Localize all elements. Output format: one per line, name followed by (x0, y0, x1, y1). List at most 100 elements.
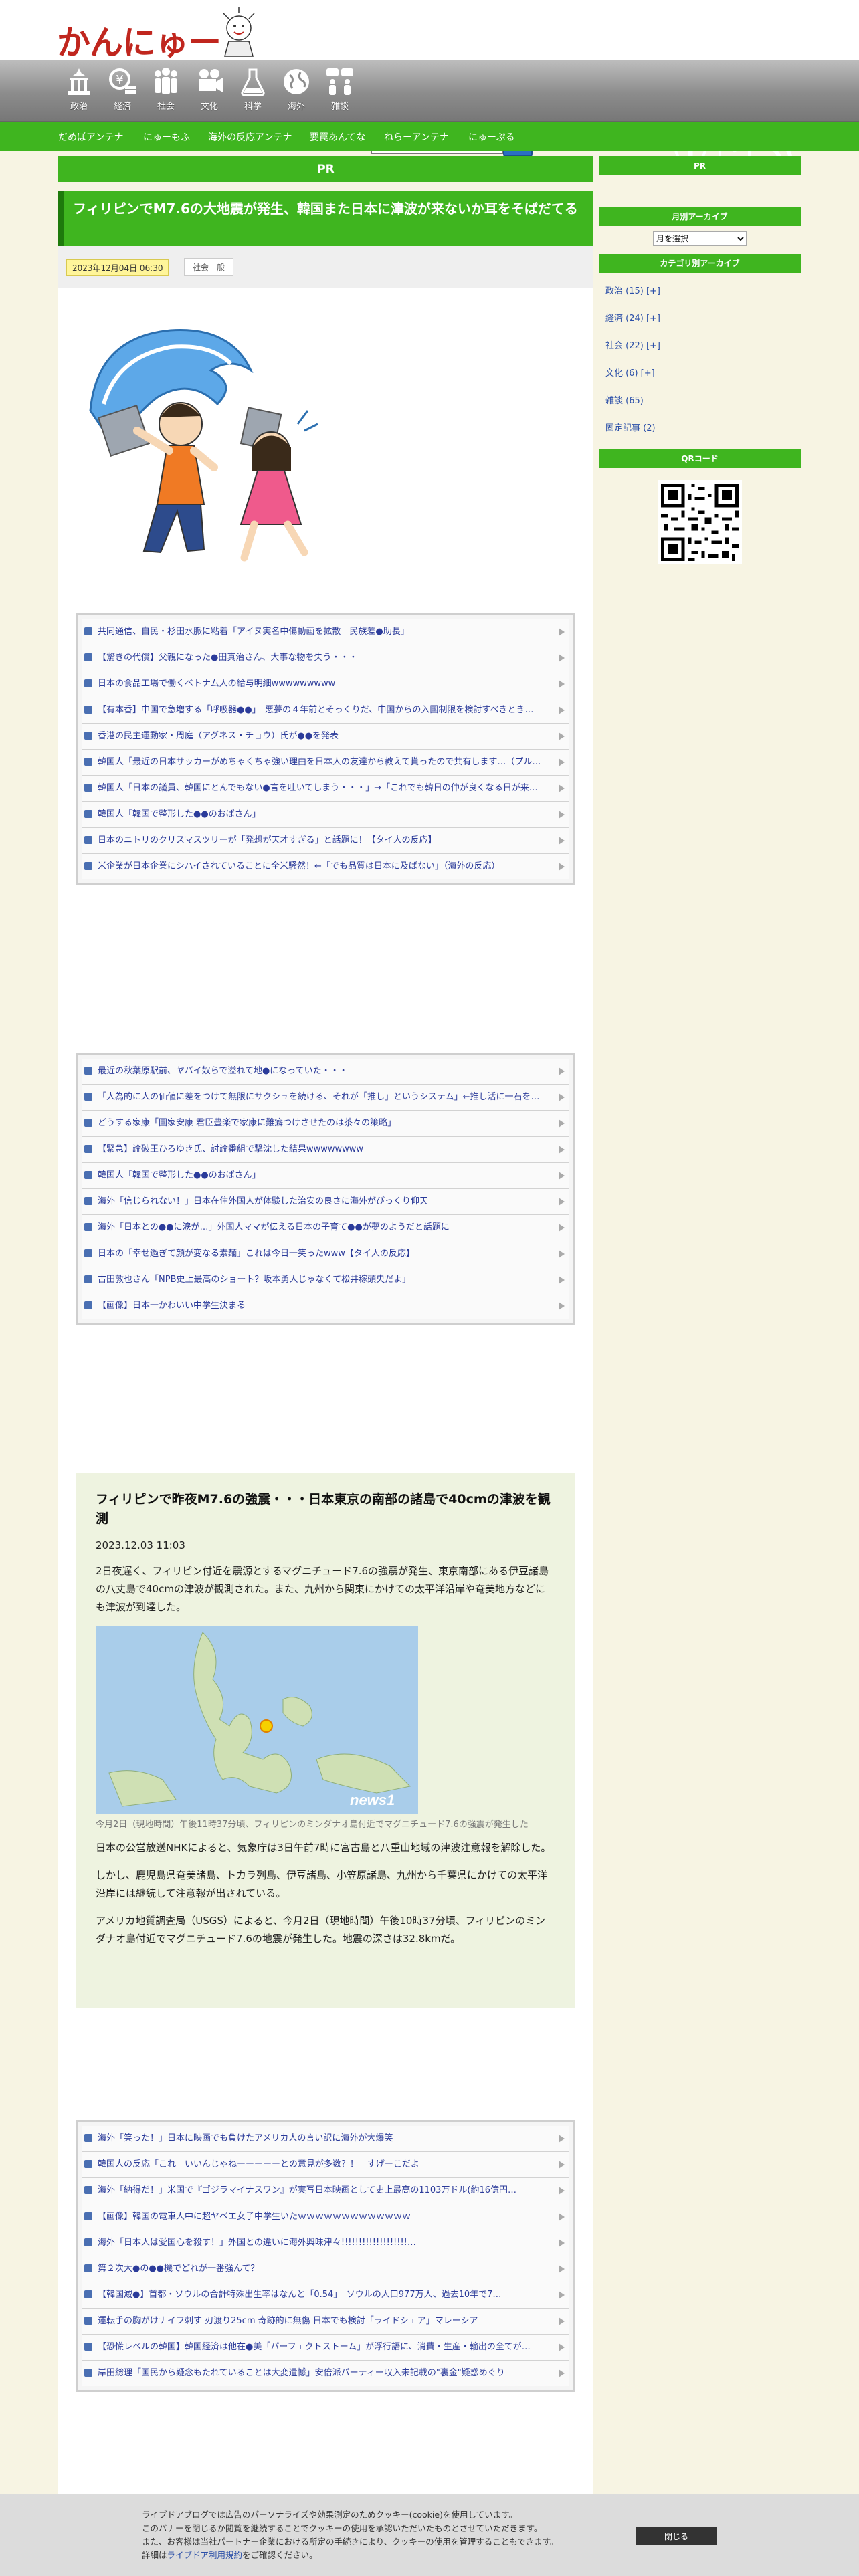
list-item[interactable]: 海外「日本との●●に涙が…」外国人ママが伝える日本の子育て●●が夢のようだと話題… (82, 1215, 569, 1241)
link-text[interactable]: 韓国人「日本の議員、韓国にとんでもない●言を吐いてしまう・・・」→「これでも韓日… (98, 783, 538, 793)
list-item[interactable]: 海外「日本人は愛国心を殺す！」外国との違いに海外興味津々!!!!!!!!!!!!… (82, 2230, 569, 2256)
list-item[interactable]: 「人為的に人の価値に差をつけて無限にサクシュを続ける、それが「推し」というシステ… (82, 1085, 569, 1111)
link-text[interactable]: どうする家康「国家安康 君臣豊楽で家康に難癖つけさせたのは茶々の策略」 (98, 1118, 396, 1128)
list-item[interactable]: 共同通信、自民・杉田水脈に粘着「アイヌ実名中傷動画を拡散 民族差●助長」 (82, 619, 569, 645)
bullet-icon (84, 2212, 92, 2220)
menu-item[interactable]: だめぽアンテナ (58, 130, 123, 144)
cookie-close-button[interactable]: 閉じる (636, 2527, 717, 2545)
article-meta: 2023年12月04日 06:30 社会一般 (58, 246, 593, 288)
sidebar-item-chat[interactable]: 雑談 (65) (599, 389, 801, 417)
link-text[interactable]: 共同通信、自民・杉田水脈に粘着「アイヌ実名中傷動画を拡散 民族差●助長」 (98, 627, 409, 637)
link-text[interactable]: 韓国人「最近の日本サッカーがめちゃくちゃ強い理由を日本人の友達から教えて貰ったの… (98, 757, 541, 767)
list-item[interactable]: 韓国人「韓国で整形した●●のおばさん」 (82, 1163, 569, 1189)
list-item[interactable]: 【緊急】論破王ひろゆき氏、討論番組で撃沈した結果wwwwwwww (82, 1137, 569, 1163)
list-item[interactable]: 運転手の胸がけナイフ刺す 刃渡り25cm 奇跡的に無傷 日本でも検討「ライドシェ… (82, 2309, 569, 2335)
list-item[interactable]: 古田敦也さん「NPB史上最高のショート？坂本勇人じゃなくて松井稼頭央だよ」 (82, 1267, 569, 1293)
month-select[interactable]: 月を選択 (653, 231, 747, 246)
link-text[interactable]: 海外「日本人は愛国心を殺す！」外国との違いに海外興味津々!!!!!!!!!!!!… (98, 2238, 416, 2248)
list-item[interactable]: 【恐慌レベルの韓国】韓国経済は他在●美「パーフェクトストーム」が浮行語に、消費・… (82, 2335, 569, 2361)
link-text[interactable]: 【恐慌レベルの韓国】韓国経済は他在●美「パーフェクトストーム」が浮行語に、消費・… (98, 2342, 531, 2352)
bullet-icon (84, 1145, 92, 1153)
link-text[interactable]: 海外「笑った！」日本に映画でも負けたアメリカ人の言い訳に海外が大爆笑 (98, 2133, 393, 2143)
nav-economy[interactable]: ¥ 経済 (104, 66, 141, 119)
list-item[interactable]: 【驚きの代償】父親になった●田真治さん、大事な物を失う・・・ (82, 645, 569, 671)
link-text[interactable]: 香港の民主運動家・周庭（アグネス・チョウ）氏が●●を発表 (98, 731, 339, 741)
link-text[interactable]: 【有本香】中国で急増する「呼吸器●●」 悪夢の４年前とそっくりだ、中国からの入国… (98, 705, 534, 715)
bullet-icon (84, 1275, 92, 1283)
link-text[interactable]: 日本のニトリのクリスマスツリーが「発想が天才すぎる」と話題に！【タイ人の反応】 (98, 835, 437, 845)
nav-culture[interactable]: 文化 (191, 66, 228, 119)
list-item[interactable]: 海外「信じられない！」日本在住外国人が体験した治安の良さに海外がびっくり仰天 (82, 1189, 569, 1215)
category-archive-head: カテゴリ別アーカイブ (599, 254, 801, 273)
list-item[interactable]: 韓国人「日本の議員、韓国にとんでもない●言を吐いてしまう・・・」→「これでも韓日… (82, 776, 569, 802)
bullet-icon (84, 2160, 92, 2168)
nav-chat[interactable]: 雑談 (321, 66, 359, 119)
site-logo[interactable]: かんにゅー (57, 16, 221, 64)
sidebar-item-pinned[interactable]: 固定記事 (2) (599, 417, 801, 444)
category-list: 政治 (15) [+] 経済 (24) [+] 社会 (22) [+] 文化 (… (599, 273, 801, 444)
terms-link[interactable]: ライブドア利用規約 (167, 2550, 243, 2560)
list-item[interactable]: 【画像】韓国の電車人中に超ヤベエ女子中学生いたｗｗｗｗｗｗｗｗｗｗｗｗｗ (82, 2204, 569, 2230)
nav-society[interactable]: 社会 (147, 66, 185, 119)
link-text[interactable]: 【画像】日本一かわいい中学生決まる (98, 1301, 246, 1311)
link-text[interactable]: 海外「信じられない！」日本在住外国人が体験した治安の良さに海外がびっくり仰天 (98, 1196, 428, 1206)
nav-overseas[interactable]: 海外 (278, 66, 315, 119)
link-text[interactable]: 古田敦也さん「NPB史上最高のショート？坂本勇人じゃなくて松井稼頭央だよ」 (98, 1275, 411, 1285)
list-item[interactable]: 日本のニトリのクリスマスツリーが「発想が天才すぎる」と話題に！【タイ人の反応】 (82, 828, 569, 854)
list-item[interactable]: 米企業が日本企業にシハイされていることに全米騒然！←「でも品質は日本に及ばない」… (82, 854, 569, 879)
article-title[interactable]: フィリピンでM7.6の大地震が発生、韓国また日本に津波が来ないか耳をそばだてる (73, 199, 588, 219)
sidebar-item-culture[interactable]: 文化 (6) [+] (599, 362, 801, 389)
menu-item[interactable]: にゅーぷる (468, 130, 514, 144)
list-item[interactable]: 韓国人の反応「これ いいんじゃねーーーーーとの意見が多数？！ すげーこだよ (82, 2152, 569, 2178)
yen-coins-icon: ¥ (109, 68, 136, 94)
category-badge[interactable]: 社会一般 (184, 258, 234, 276)
list-item[interactable]: 海外「納得だ！」米国で『ゴジラマイナスワン』が実写日本映画として史上最高の110… (82, 2178, 569, 2204)
list-item[interactable]: 韓国人「最近の日本サッカーがめちゃくちゃ強い理由を日本人の友達から教えて貰ったの… (82, 750, 569, 776)
sidebar-item-society[interactable]: 社会 (22) [+] (599, 334, 801, 362)
link-text[interactable]: 「人為的に人の価値に差をつけて無限にサクシュを続ける、それが「推し」というシステ… (98, 1092, 540, 1102)
bullet-icon (84, 2369, 92, 2377)
link-text[interactable]: 日本の「幸せ過ぎて顔が変なる素麺」これは今日一笑ったwww【タイ人の反応】 (98, 1249, 415, 1259)
link-text[interactable]: 米企業が日本企業にシハイされていることに全米騒然！←「でも品質は日本に及ばない」… (98, 861, 500, 871)
menu-item[interactable]: ねらーアンテナ (384, 130, 449, 144)
list-item[interactable]: 第２次大●の●●機でどれが一番強んて？ (82, 2256, 569, 2282)
link-text[interactable]: 海外「納得だ！」米国で『ゴジラマイナスワン』が実写日本映画として史上最高の110… (98, 2185, 516, 2195)
menu-item[interactable]: 海外の反応アンテナ (208, 130, 292, 144)
menu-item[interactable]: にゅーもふ (143, 130, 190, 144)
list-item[interactable]: 最近の秋葉原駅前、ヤバイ奴らで溢れて地●になっていた・・・ (82, 1059, 569, 1085)
link-text[interactable]: 第２次大●の●●機でどれが一番強んて？ (98, 2264, 259, 2274)
nav-label: 雑談 (330, 102, 349, 112)
link-text[interactable]: 【驚きの代償】父親になった●田真治さん、大事な物を失う・・・ (98, 653, 357, 663)
list-item[interactable]: 韓国人「韓国で整形した●●のおばさん」 (82, 802, 569, 828)
list-item[interactable]: 日本の「幸せ過ぎて顔が変なる素麺」これは今日一笑ったwww【タイ人の反応】 (82, 1241, 569, 1267)
link-text[interactable]: 海外「日本との●●に涙が…」外国人ママが伝える日本の子育て●●が夢のようだと話題… (98, 1222, 450, 1232)
sidebar-item-politics[interactable]: 政治 (15) [+] (599, 280, 801, 307)
arrow-right-icon (559, 2317, 565, 2325)
cookie-line-prefix: 詳細は (142, 2550, 167, 2560)
list-item[interactable]: 【有本香】中国で急増する「呼吸器●●」 悪夢の４年前とそっくりだ、中国からの入国… (82, 697, 569, 724)
link-text[interactable]: 【画像】韓国の電車人中に超ヤベエ女子中学生いたｗｗｗｗｗｗｗｗｗｗｗｗｗ (98, 2212, 411, 2222)
link-text[interactable]: 運転手の胸がけナイフ刺す 刃渡り25cm 奇跡的に無傷 日本でも検討「ライドシェ… (98, 2316, 478, 2326)
link-text[interactable]: 日本の食品工場で働くベトナム人の給与明細wwwwwwwww (98, 679, 335, 689)
link-text[interactable]: 韓国人「韓国で整形した●●のおばさん」 (98, 809, 261, 819)
link-text[interactable]: 最近の秋葉原駅前、ヤバイ奴らで溢れて地●になっていた・・・ (98, 1066, 348, 1076)
link-text[interactable]: 【緊急】論破王ひろゆき氏、討論番組で撃沈した結果wwwwwwww (98, 1144, 363, 1154)
link-text[interactable]: 【韓国滅●】首都・ソウルの合計特殊出生率はなんと「0.54」 ソウルの人口977… (98, 2290, 501, 2300)
sidebar-item-economy[interactable]: 経済 (24) [+] (599, 307, 801, 334)
nav-science[interactable]: 科学 (234, 66, 272, 119)
link-text[interactable]: 韓国人「韓国で整形した●●のおばさん」 (98, 1170, 261, 1180)
list-item[interactable]: 【韓国滅●】首都・ソウルの合計特殊出生率はなんと「0.54」 ソウルの人口977… (82, 2282, 569, 2309)
bullet-icon (84, 2238, 92, 2246)
quote-date: 2023.12.03 11:03 (96, 1539, 185, 1551)
arrow-right-icon (559, 758, 565, 766)
menu-item[interactable]: 要罠あんてな (310, 130, 365, 144)
list-item[interactable]: どうする家康「国家安康 君臣豊楽で家康に難癖つけさせたのは茶々の策略」 (82, 1111, 569, 1137)
link-text[interactable]: 岸田総理「国民から疑念もたれていることは大変遺憾」安倍派パーティー収入未記載の"… (98, 2368, 505, 2378)
list-item[interactable]: 海外「笑った！」日本に映画でも負けたアメリカ人の言い訳に海外が大爆笑 (82, 2126, 569, 2152)
link-text[interactable]: 韓国人の反応「これ いいんじゃねーーーーーとの意見が多数？！ すげーこだよ (98, 2159, 419, 2169)
list-item[interactable]: 香港の民主運動家・周庭（アグネス・チョウ）氏が●●を発表 (82, 724, 569, 750)
list-item[interactable]: 日本の食品工場で働くベトナム人の給与明細wwwwwwwww (82, 671, 569, 697)
list-item[interactable]: 岸田総理「国民から疑念もたれていることは大変遺憾」安倍派パーティー収入未記載の"… (82, 2361, 569, 2386)
list-item[interactable]: 【画像】日本一かわいい中学生決まる (82, 1293, 569, 1319)
nav-politics[interactable]: 政治 (60, 66, 98, 119)
